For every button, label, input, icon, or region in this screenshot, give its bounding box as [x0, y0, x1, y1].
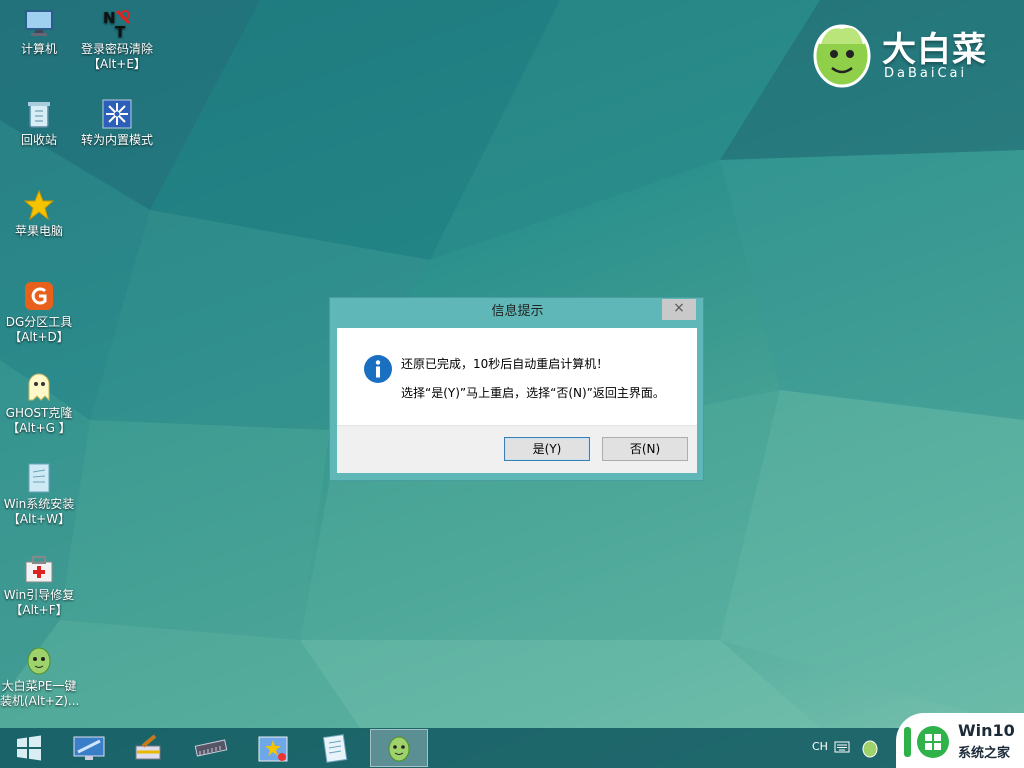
start-icon [17, 735, 41, 761]
dabaicai-logo-icon [813, 24, 871, 88]
taskbar-item-memory[interactable] [182, 729, 240, 767]
brand-name-cn: 大白菜 [882, 30, 987, 70]
taskbar-item-tools[interactable] [244, 729, 302, 767]
ghost-icon [22, 370, 56, 404]
brand-logo: 大白菜 DaBaiCai [806, 18, 1006, 90]
dialog-message-line1: 还原已完成，10秒后自动重启计算机！ [401, 357, 609, 371]
desktop-icon-shortcut: 【Alt+G 】 [7, 421, 71, 435]
info-dialog: 信息提示 × 还原已完成，10秒后自动重启计算机！ 选择“是(Y)”马上重启，选… [329, 297, 704, 481]
desktop-icon-apple-pc[interactable]: 苹果电脑 [0, 188, 78, 239]
watermark-subtitle: 系统之家 [958, 746, 1011, 761]
desktop-app-icon [73, 736, 105, 760]
memory-icon [194, 739, 228, 757]
watermark-title: Win10 [958, 721, 1015, 740]
desktop-icon-dabaicai-installer[interactable]: 大白菜PE一键 装机(Alt+Z)... [0, 643, 80, 709]
info-icon [364, 355, 392, 383]
taskbar-item-cleaner[interactable] [120, 729, 178, 767]
desktop-icon-label: 登录密码清除 [80, 42, 153, 56]
desktop-icon-label: 大白菜PE一键 [1, 679, 77, 693]
desktop-icon-label: 计算机 [20, 42, 57, 56]
desktop-icon-shortcut: 【Alt+W】 [7, 512, 71, 526]
watermark-badge: Win10 系统之家 [896, 713, 1024, 768]
desktop-icon-label: 苹果电脑 [14, 224, 63, 238]
desktop-icon-shortcut: 【Alt+E】 [88, 57, 146, 71]
dialog-body: 还原已完成，10秒后自动重启计算机！ 选择“是(Y)”马上重启，选择“否(N)”… [337, 328, 697, 473]
desktop-icon-label: 回收站 [20, 133, 57, 147]
desktop-icon-shortcut: 装机(Alt+Z)... [0, 694, 80, 708]
taskbar: CH [0, 728, 1024, 768]
desktop-icon-label: Win系统安装 [3, 497, 75, 511]
desktop-icon-password-clear[interactable]: NT 登录密码清除 【Alt+E】 [78, 6, 156, 72]
svg-text:N: N [103, 9, 116, 27]
tray-language-indicator[interactable]: CH [812, 740, 828, 753]
desktop-icon-label: 转为内置模式 [80, 133, 153, 147]
cleaner-icon [135, 734, 161, 760]
dialog-footer: 是(Y) 否(N) [337, 425, 697, 473]
yes-button[interactable]: 是(Y) [504, 437, 590, 461]
win-install-icon [22, 461, 56, 495]
win10-logo-icon [904, 726, 949, 758]
desktop-icon-label: GHOST克隆 [5, 406, 73, 420]
svg-text:T: T [115, 23, 126, 39]
taskbar-item-dabaicai-active[interactable] [370, 729, 428, 767]
builtin-mode-icon [100, 97, 134, 131]
dialog-title[interactable]: 信息提示 [330, 298, 705, 328]
desktop-icon-ghost[interactable]: GHOST克隆 【Alt+G 】 [0, 370, 78, 436]
desktop-icon-diskgenius[interactable]: DG分区工具 【Alt+D】 [0, 279, 78, 345]
desktop-icon-shortcut: 【Alt+D】 [9, 330, 69, 344]
desktop-icon-builtin-mode[interactable]: 转为内置模式 [78, 97, 156, 148]
desktop-icon-label: DG分区工具 [5, 315, 73, 329]
desktop-icon-shortcut: 【Alt+F】 [10, 603, 68, 617]
recycle-bin-icon [22, 97, 56, 131]
no-button[interactable]: 否(N) [602, 437, 688, 461]
password-clear-icon: NT [100, 6, 134, 40]
notepad-icon [322, 734, 348, 763]
tray-dabaicai-icon[interactable] [861, 738, 879, 758]
desktop-icon-label: Win引导修复 [3, 588, 75, 602]
tools-icon [258, 736, 288, 762]
diskgenius-icon [22, 279, 56, 313]
dabaicai-icon [388, 736, 410, 762]
start-button[interactable] [0, 729, 58, 767]
desktop-icon-recycle-bin[interactable]: 回收站 [0, 97, 78, 148]
computer-icon [22, 6, 56, 40]
brand-name-en: DaBaiCai [884, 66, 968, 81]
dialog-message-line2: 选择“是(Y)”马上重启，选择“否(N)”返回主界面。 [401, 386, 665, 400]
keyboard-icon[interactable] [834, 741, 850, 753]
desktop-icon-boot-repair[interactable]: Win引导修复 【Alt+F】 [0, 552, 78, 618]
desktop-icon-win-install[interactable]: Win系统安装 【Alt+W】 [0, 461, 78, 527]
boot-repair-icon [22, 552, 56, 586]
dabaicai-installer-icon [22, 643, 56, 677]
close-button[interactable]: × [662, 299, 696, 320]
desktop-icon-computer[interactable]: 计算机 [0, 6, 78, 57]
taskbar-item-notepad[interactable] [306, 729, 364, 767]
taskbar-item-desktop[interactable] [60, 729, 118, 767]
star-icon [22, 188, 56, 222]
